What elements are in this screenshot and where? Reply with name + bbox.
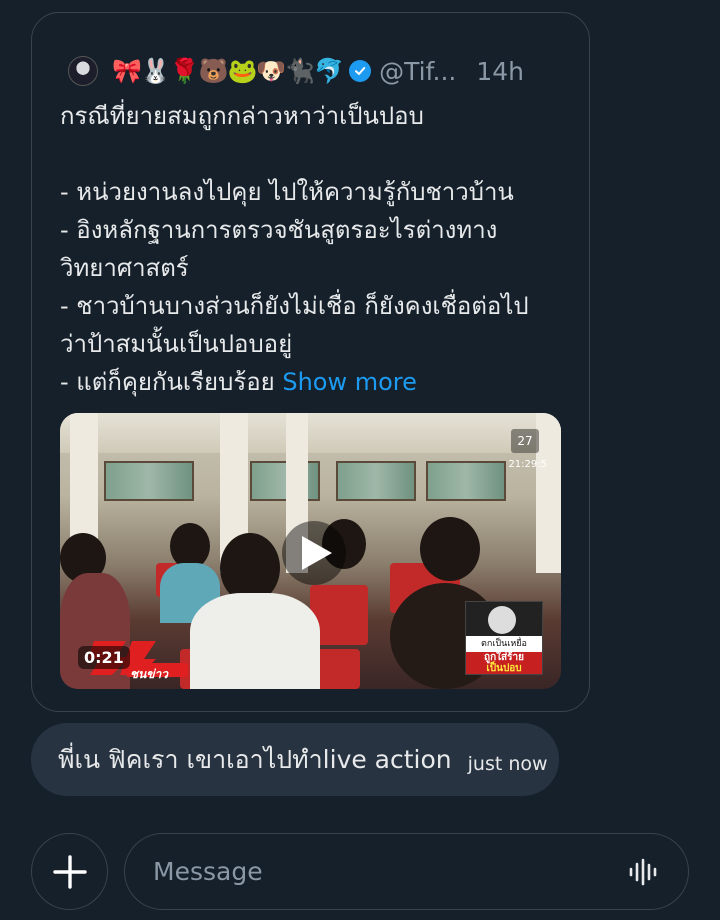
message-bubble[interactable]: พี่เน ฟิคเรา เขาเอาไปทำlive action just … [31,723,559,796]
quoted-tweet-header: 🎀🐰🌹🐻🐸🐶🐈‍⬛🐬 @Tif... 14h [68,53,568,89]
overlay-timecode: 21:29:5 [508,459,547,470]
inset-caption-3: เป็นปอบ [486,663,522,674]
tweet-body: กรณีที่ยายสมถูกกล่าวหาว่าเป็นปอบ - หน่วย… [60,97,560,401]
scene-mural [250,461,320,501]
tweet-line-text: - แต่ก็คุยกันเรียบร้อย [60,368,275,396]
inset-person [488,606,516,634]
scene-mural [104,461,194,501]
scene-mural [426,461,506,501]
author-display-name[interactable]: 🎀🐰🌹🐻🐸🐶🐈‍⬛🐬 [112,57,344,85]
tweet-line: วิทยาศาสตร์ [60,254,189,282]
inset-caption-1: ตกเป็นเหยื่อ [481,639,527,649]
author-handle[interactable]: @Tif... [379,57,456,86]
scene-ceiling [60,413,561,453]
play-icon [302,536,332,570]
show-more-link[interactable]: Show more [282,368,417,396]
calendar-icon: 27 [511,429,539,453]
scene-pillar [536,413,561,573]
tweet-last-line: - แต่ก็คุยกันเรียบร้อย Show more [60,363,560,401]
news-inset-badge: ตกเป็นเหยื่อ ถูกใส่ร้าย เป็นปอบ [465,601,543,675]
inset-caption-2: ถูกใส่ร้าย [484,652,524,663]
tweet-timestamp: 14h [476,56,524,86]
add-attachment-button[interactable] [31,833,108,910]
inset-caption-bar: ตกเป็นเหยื่อ [466,636,542,652]
voice-message-icon[interactable] [628,858,658,886]
message-input[interactable] [124,833,689,910]
play-button[interactable] [282,521,346,585]
message-timestamp: just now [467,752,548,775]
message-text: พี่เน ฟิคเรา เขาเอาไปทำlive action [58,744,452,774]
tweet-line: - อิงหลักฐานการตรวจชันสูตรอะไรต่างทาง [60,216,498,244]
scene-mural [336,461,416,501]
tweet-line: กรณีที่ยายสมถูกกล่าวหาว่าเป็นปอบ [60,102,424,130]
quoted-tweet-card[interactable]: 🎀🐰🌹🐻🐸🐶🐈‍⬛🐬 @Tif... 14h กรณีที่ยายสมถูกกล… [31,12,590,712]
tweet-line: - หน่วยงานลงไปคุย ไปให้ความรู้กับชาวบ้าน [60,178,514,206]
plus-icon [52,854,87,889]
overlay-day: 27 [517,434,533,448]
scene-person [190,593,320,689]
video-thumbnail[interactable]: 27 21:29:5 ตกเป็นเหยื่อ ถูกใส่ร้าย เป็นปอ… [60,413,561,689]
tweet-line: ว่าป้าสมนั้นเป็นปอบอยู่ [60,330,293,358]
inset-caption-bar-red: ถูกใส่ร้าย เป็นปอบ [466,652,542,674]
news-logo-text: ชนข่าว [130,667,169,681]
scene-person [420,517,480,581]
video-duration: 0:21 [78,646,130,669]
message-composer [0,830,720,920]
tweet-line: - ชาวบ้านบางส่วนก็ยังไม่เชื่อ ก็ยังคงเชื… [60,292,529,320]
verified-badge-icon [349,60,372,82]
author-avatar[interactable] [68,56,98,86]
